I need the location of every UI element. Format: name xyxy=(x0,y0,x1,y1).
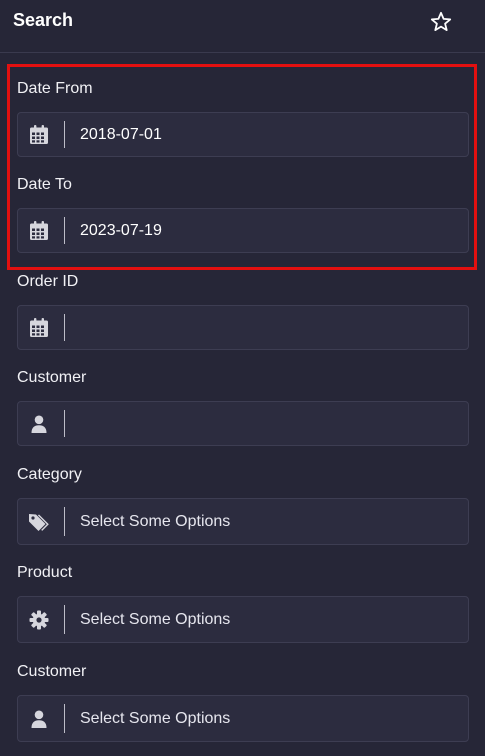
product-select[interactable]: Select Some Options xyxy=(17,596,469,643)
date-to-field[interactable]: 2023-07-19 xyxy=(17,208,469,253)
category-placeholder: Select Some Options xyxy=(80,512,231,530)
field-divider xyxy=(64,121,65,148)
order-id-label: Order ID xyxy=(17,273,79,290)
field-divider xyxy=(64,507,65,536)
customer-label: Customer xyxy=(17,369,87,386)
customer-select-label: Customer xyxy=(17,663,87,680)
customer-select-placeholder: Select Some Options xyxy=(80,709,231,727)
field-divider xyxy=(64,605,65,634)
favorite-button[interactable] xyxy=(429,10,453,34)
calendar-icon xyxy=(30,124,48,144)
date-from-label: Date From xyxy=(17,80,93,97)
tags-icon xyxy=(29,513,49,531)
customer-field[interactable] xyxy=(17,401,469,446)
category-select[interactable]: Select Some Options xyxy=(17,498,469,545)
calendar-icon xyxy=(30,220,48,240)
order-id-field[interactable] xyxy=(17,305,469,350)
date-from-field[interactable]: 2018-07-01 xyxy=(17,112,469,157)
user-icon xyxy=(31,415,47,433)
star-outline-icon xyxy=(430,11,452,31)
field-divider xyxy=(64,314,65,341)
panel-header: Search xyxy=(0,0,485,53)
user-icon xyxy=(31,710,47,728)
panel-title: Search xyxy=(13,10,74,30)
date-from-value: 2018-07-01 xyxy=(80,125,162,143)
search-panel: Search Date From 2018-07-01 Date To 2023… xyxy=(0,0,485,756)
field-divider xyxy=(64,704,65,733)
gear-icon xyxy=(29,610,49,629)
customer-select[interactable]: Select Some Options xyxy=(17,695,469,742)
date-to-label: Date To xyxy=(17,176,72,193)
product-placeholder: Select Some Options xyxy=(80,610,231,628)
category-label: Category xyxy=(17,466,82,483)
field-divider xyxy=(64,217,65,244)
field-divider xyxy=(64,410,65,437)
product-label: Product xyxy=(17,564,73,581)
calendar-icon xyxy=(30,317,48,337)
date-to-value: 2023-07-19 xyxy=(80,221,162,239)
